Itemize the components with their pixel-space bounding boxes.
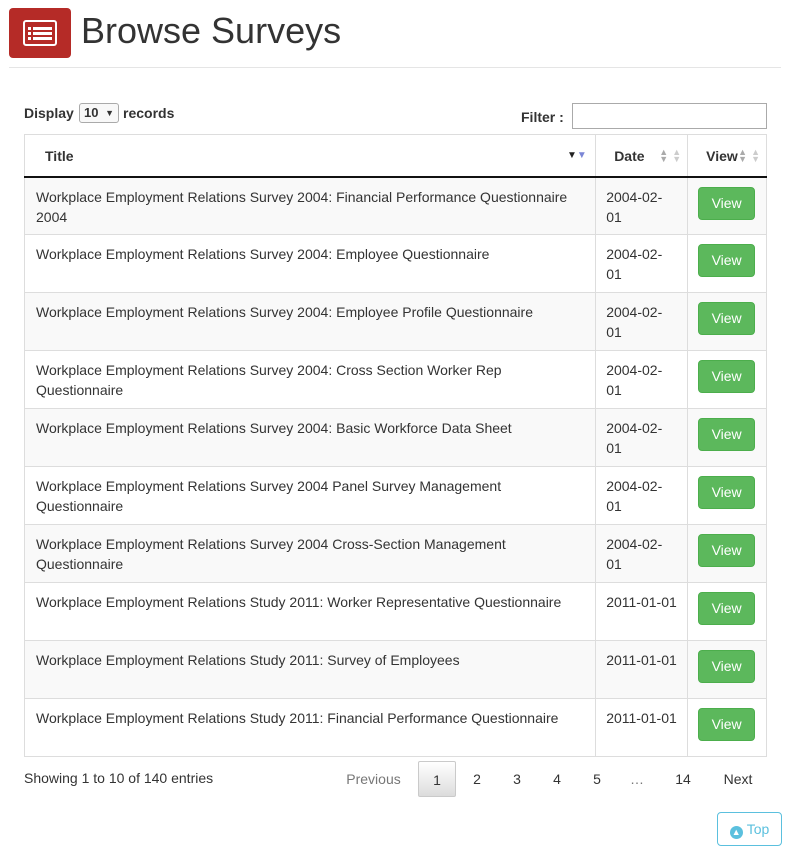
survey-title: Workplace Employment Relations Survey 20…: [23, 292, 597, 351]
table-row: Workplace Employment Relations Survey 20…: [23, 234, 767, 293]
survey-date: 2004-02-01: [595, 292, 689, 351]
view-button[interactable]: View: [698, 650, 756, 683]
survey-title: Workplace Employment Relations Study 201…: [23, 698, 597, 757]
list-icon: [9, 8, 71, 58]
back-to-top-button[interactable]: ▲ Top: [717, 812, 782, 846]
view-button[interactable]: View: [698, 476, 756, 509]
view-button[interactable]: View: [698, 302, 756, 335]
survey-date: 2004-02-01: [595, 350, 689, 409]
table-row: Workplace Employment Relations Study 201…: [23, 698, 767, 757]
pagination-ellipsis: …: [630, 771, 644, 787]
survey-title: Workplace Employment Relations Survey 20…: [23, 350, 597, 409]
survey-date: 2004-02-01: [595, 234, 689, 293]
survey-date: 2004-02-01: [595, 524, 689, 583]
display-label: Display: [24, 105, 74, 121]
view-button[interactable]: View: [698, 360, 756, 393]
table-row: Workplace Employment Relations Survey 20…: [23, 292, 767, 351]
table-body: Workplace Employment Relations Survey 20…: [23, 176, 767, 757]
chevron-down-icon: ▼: [105, 108, 114, 118]
column-header-title[interactable]: Title ▼▼: [23, 134, 597, 178]
filter-label: Filter :: [521, 109, 564, 125]
survey-title: Workplace Employment Relations Survey 20…: [23, 408, 597, 467]
table-row: Workplace Employment Relations Study 201…: [23, 640, 767, 699]
survey-title: Workplace Employment Relations Survey 20…: [23, 176, 597, 235]
view-button[interactable]: View: [698, 592, 756, 625]
view-button[interactable]: View: [698, 534, 756, 567]
column-header-date[interactable]: Date ▲ ▼ ▲ ▼: [595, 134, 689, 178]
previous-button[interactable]: Previous: [331, 761, 416, 797]
page-button-2[interactable]: 2: [458, 761, 496, 797]
view-cell: View: [687, 698, 767, 757]
table-row: Workplace Employment Relations Survey 20…: [23, 466, 767, 525]
sort-icon: ▲ ▼: [659, 147, 669, 164]
view-cell: View: [687, 640, 767, 699]
next-button[interactable]: Next: [713, 761, 763, 797]
view-button[interactable]: View: [698, 418, 756, 451]
table-controls: Display 10 ▼ records Filter :: [24, 103, 767, 129]
survey-date: 2011-01-01: [595, 640, 689, 699]
survey-title: Workplace Employment Relations Study 201…: [23, 640, 597, 699]
survey-title: Workplace Employment Relations Survey 20…: [23, 524, 597, 583]
table-row: Workplace Employment Relations Study 201…: [23, 582, 767, 641]
column-header-view[interactable]: View ▲ ▼ ▲ ▼: [687, 134, 767, 178]
table-row: Workplace Employment Relations Survey 20…: [23, 176, 767, 235]
records-per-page-select[interactable]: 10 ▼: [79, 103, 119, 123]
records-label: records: [123, 105, 175, 121]
table-row: Workplace Employment Relations Survey 20…: [23, 408, 767, 467]
survey-date: 2011-01-01: [595, 582, 689, 641]
sort-desc-icon: ▼▼: [567, 150, 587, 161]
table-row: Workplace Employment Relations Survey 20…: [23, 524, 767, 583]
survey-date: 2011-01-01: [595, 698, 689, 757]
sort-icon: ▲ ▼: [738, 147, 748, 164]
view-cell: View: [687, 408, 767, 467]
view-cell: View: [687, 350, 767, 409]
view-button[interactable]: View: [698, 708, 756, 741]
survey-date: 2004-02-01: [595, 176, 689, 235]
page-button-1[interactable]: 1: [418, 761, 456, 797]
survey-title: Workplace Employment Relations Study 201…: [23, 582, 597, 641]
view-cell: View: [687, 582, 767, 641]
view-cell: View: [687, 524, 767, 583]
view-button[interactable]: View: [698, 244, 756, 277]
survey-title: Workplace Employment Relations Survey 20…: [23, 234, 597, 293]
sort-icon: ▲ ▼: [672, 147, 682, 164]
view-button[interactable]: View: [698, 186, 756, 220]
arrow-up-circle-icon: ▲: [729, 826, 743, 839]
page-header: Browse Surveys: [9, 8, 781, 68]
page-button-14[interactable]: 14: [663, 761, 703, 797]
surveys-table: Title ▼▼ Date ▲ ▼ ▲ ▼ View ▲ ▼ ▲ ▼ Workplace…: [23, 134, 767, 757]
view-cell: View: [687, 466, 767, 525]
table-row: Workplace Employment Relations Survey 20…: [23, 350, 767, 409]
survey-title: Workplace Employment Relations Survey 20…: [23, 466, 597, 525]
sort-icon: ▲ ▼: [751, 147, 761, 164]
survey-date: 2004-02-01: [595, 466, 689, 525]
page-title: Browse Surveys: [81, 10, 342, 51]
page-button-4[interactable]: 4: [538, 761, 576, 797]
page-button-5[interactable]: 5: [578, 761, 616, 797]
page-button-3[interactable]: 3: [498, 761, 536, 797]
view-cell: View: [687, 234, 767, 293]
filter-input[interactable]: [572, 103, 767, 129]
survey-date: 2004-02-01: [595, 408, 689, 467]
view-cell: View: [687, 176, 767, 235]
entries-info: Showing 1 to 10 of 140 entries: [24, 770, 214, 786]
view-cell: View: [687, 292, 767, 351]
